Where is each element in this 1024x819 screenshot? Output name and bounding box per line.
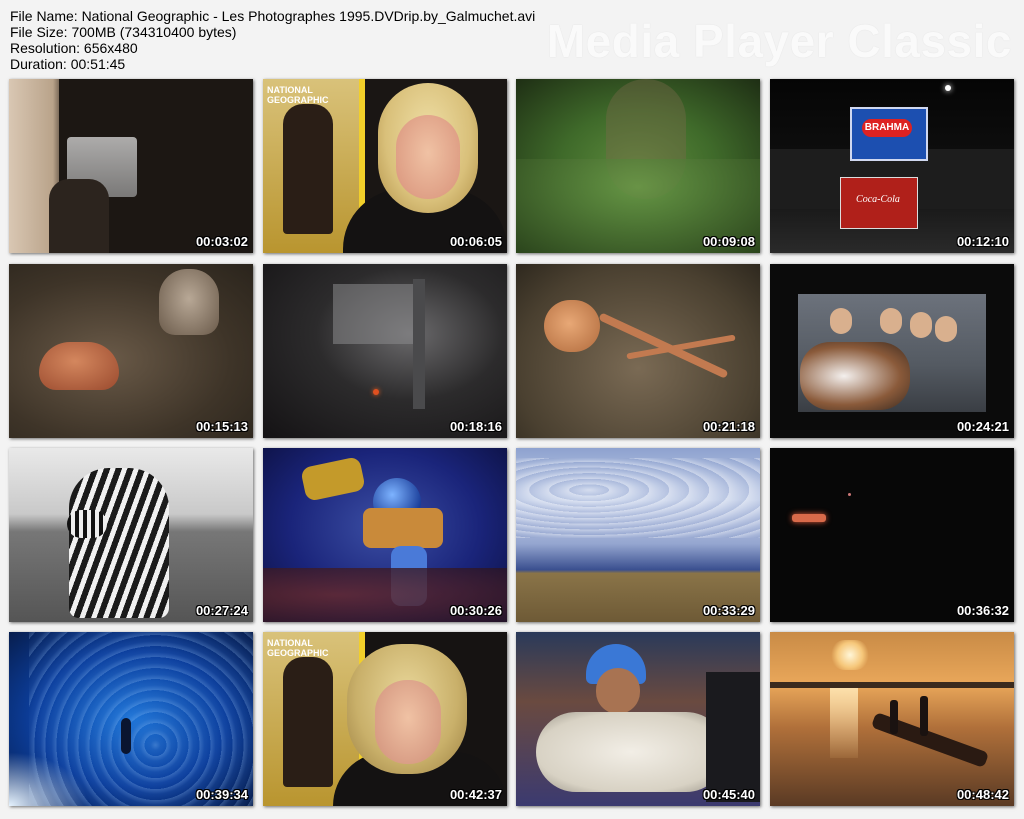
timestamp: 00:06:05: [449, 234, 502, 249]
thumbnail-7: 00:21:18: [516, 264, 760, 438]
timestamp: 00:27:24: [195, 603, 248, 618]
thumbnail-2: NATIONAL GEOGRAPHIC 00:06:05: [263, 79, 507, 253]
timestamp: 00:42:37: [449, 787, 502, 802]
timestamp: 00:36:32: [956, 603, 1009, 618]
timestamp: 00:18:16: [449, 419, 502, 434]
thumbnail-9: 00:27:24: [9, 448, 253, 622]
timestamp: 00:33:29: [702, 603, 755, 618]
timestamp: 00:48:42: [956, 787, 1009, 802]
thumbnail-3: 00:09:08: [516, 79, 760, 253]
timestamp: 00:21:18: [702, 419, 755, 434]
thumbnail-sheet: File Name: National Geographic - Les Pho…: [0, 0, 1024, 819]
timestamp: 00:03:02: [195, 234, 248, 249]
timestamp: 00:12:10: [956, 234, 1009, 249]
thumbnail-4: BRAHMA Coca-Cola 00:12:10: [770, 79, 1014, 253]
thumbnail-grid: 00:03:02 NATIONAL GEOGRAPHIC 00:06:05 00…: [9, 79, 1015, 809]
magazine-title: NATIONAL GEOGRAPHIC: [267, 85, 329, 105]
thumbnail-14: NATIONAL GEOGRAPHIC 00:42:37: [263, 632, 507, 806]
timestamp: 00:15:13: [195, 419, 248, 434]
cocacola-sign: Coca-Cola: [856, 194, 900, 205]
magazine-title: NATIONAL GEOGRAPHIC: [267, 638, 329, 658]
file-info: File Name: National Geographic - Les Pho…: [10, 8, 535, 72]
thumbnail-8: 00:24:21: [770, 264, 1014, 438]
thumbnail-11: 00:33:29: [516, 448, 760, 622]
timestamp: 00:09:08: [702, 234, 755, 249]
thumbnail-13: 00:39:34: [9, 632, 253, 806]
thumbnail-15: 00:45:40: [516, 632, 760, 806]
timestamp: 00:45:40: [702, 787, 755, 802]
brahma-sign: BRAHMA: [862, 119, 912, 137]
timestamp: 00:24:21: [956, 419, 1009, 434]
timestamp: 00:39:34: [195, 787, 248, 802]
resolution: Resolution: 656x480: [10, 40, 138, 56]
thumbnail-16: 00:48:42: [770, 632, 1014, 806]
thumbnail-6: 00:18:16: [263, 264, 507, 438]
duration: Duration: 00:51:45: [10, 56, 126, 72]
thumbnail-1: 00:03:02: [9, 79, 253, 253]
file-name: File Name: National Geographic - Les Pho…: [10, 8, 536, 24]
media-player-classic-watermark: Media Player Classic: [546, 15, 1012, 67]
timestamp: 00:30:26: [449, 603, 502, 618]
thumbnail-12: 00:36:32: [770, 448, 1014, 622]
thumbnail-10: 00:30:26: [263, 448, 507, 622]
file-size: File Size: 700MB (734310400 bytes): [10, 24, 237, 40]
thumbnail-5: 00:15:13: [9, 264, 253, 438]
